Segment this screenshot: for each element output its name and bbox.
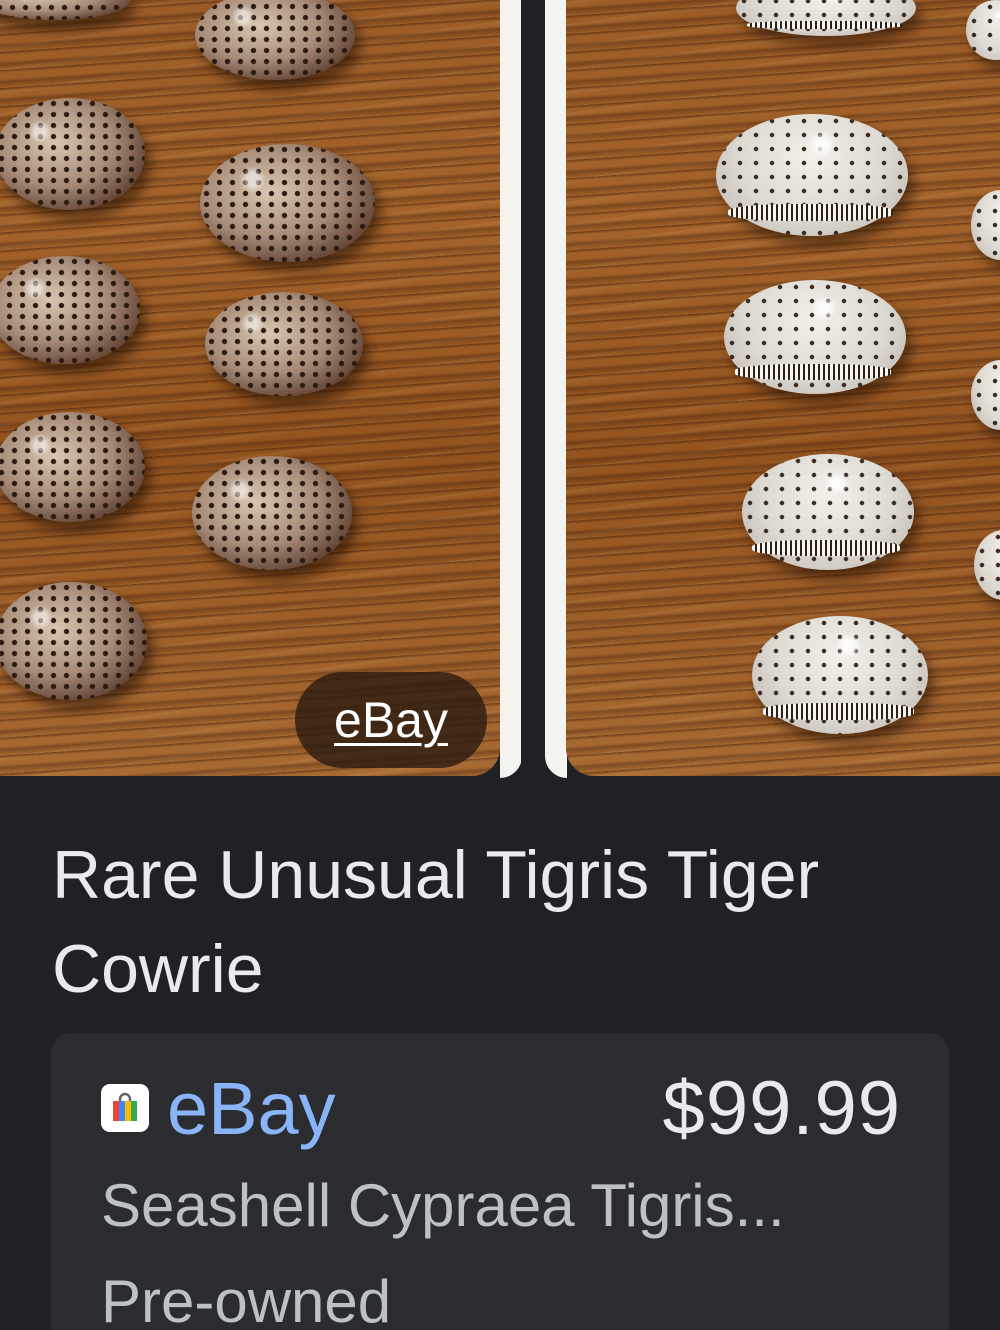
shell xyxy=(0,0,130,20)
shell xyxy=(0,412,145,522)
shell xyxy=(971,360,1000,430)
shell xyxy=(966,0,1000,60)
offer-card[interactable]: eBay $99.99 Seashell Cypraea Tigris... P… xyxy=(51,1033,949,1330)
product-title[interactable]: Rare Unusual Tigris Tiger Cowrie xyxy=(52,828,952,1016)
shell xyxy=(971,190,1000,260)
image-frame xyxy=(500,0,522,778)
shopping-result-page: eBay Rare Unusual Tigris Tiger Cowrie eB… xyxy=(0,0,1000,1330)
carousel-gap xyxy=(521,0,546,778)
shopping-bag-icon xyxy=(101,1084,149,1132)
product-image-1[interactable] xyxy=(0,0,500,776)
shell xyxy=(192,456,352,570)
shell xyxy=(205,292,363,396)
shell xyxy=(0,256,140,364)
ebay-watermark: eBay xyxy=(295,672,487,768)
shell xyxy=(724,280,906,394)
shell xyxy=(200,144,375,262)
condition-label: Pre-owned xyxy=(101,1268,392,1330)
shell xyxy=(742,454,914,570)
shell xyxy=(752,616,928,734)
image-carousel[interactable]: eBay xyxy=(0,0,1000,778)
shell xyxy=(716,114,908,236)
shell xyxy=(0,98,145,210)
shell xyxy=(736,0,916,36)
store-link[interactable]: eBay xyxy=(167,1066,336,1151)
image-frame xyxy=(545,0,567,778)
watermark-text: eBay xyxy=(334,692,448,748)
shell xyxy=(0,582,147,700)
product-subtitle: Seashell Cypraea Tigris... xyxy=(101,1172,785,1239)
shell xyxy=(974,530,1000,600)
shell xyxy=(195,0,355,80)
price: $99.99 xyxy=(662,1065,901,1151)
store-row: eBay $99.99 xyxy=(101,1063,901,1153)
product-image-2[interactable] xyxy=(566,0,1000,776)
